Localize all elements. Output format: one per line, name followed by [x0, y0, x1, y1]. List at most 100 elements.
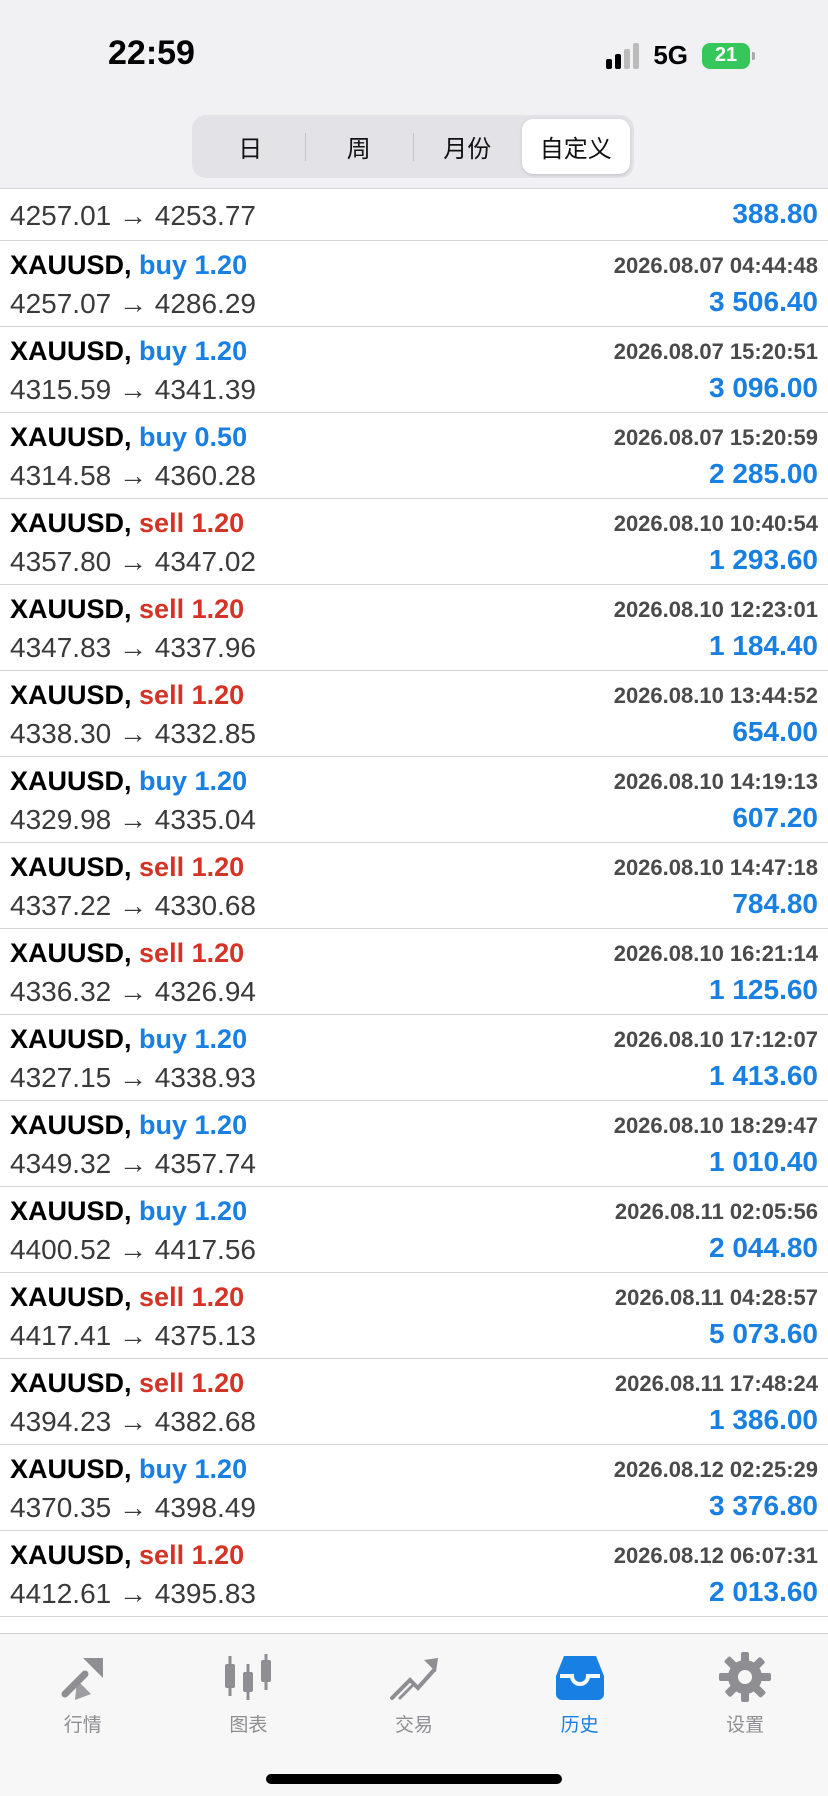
trade-profit: 1 293.60	[709, 544, 818, 575]
trade-time: 2026.08.11 17:48:24	[614, 1371, 818, 1396]
tab-custom[interactable]: 自定义	[521, 119, 630, 174]
status-indicators: 5G 21	[606, 40, 755, 71]
trade-profit: 5 073.60	[709, 1318, 818, 1349]
tab-settings[interactable]: 设置	[662, 1634, 828, 1744]
trade-prices: 4349.32 → 4357.74	[10, 1148, 256, 1179]
trade-profit: 1 010.40	[709, 1146, 818, 1177]
list-item[interactable]: XAUUSD, sell 1.20 2026.08.10 12:23:01 4347…	[0, 585, 828, 671]
trade-prices: 4394.23 → 4382.68	[10, 1406, 256, 1437]
trade-prices: 4257.01 → 4253.77	[10, 200, 256, 231]
trade-symbol: XAUUSD, buy 1.20	[10, 1024, 247, 1055]
symbol-name: XAUUSD,	[10, 766, 132, 796]
trade-side: buy 1.20	[139, 336, 248, 366]
trade-symbol: XAUUSD, buy 1.20	[10, 250, 247, 281]
trade-side: sell 1.20	[139, 852, 245, 882]
trade-symbol: XAUUSD, buy 0.50	[10, 422, 247, 453]
symbol-name: XAUUSD,	[10, 1282, 132, 1312]
list-item[interactable]: XAUUSD, sell 1.20 2026.08.10 10:40:54 4357…	[0, 499, 828, 585]
list-item[interactable]: XAUUSD, buy 1.20 2026.08.10 17:12:07 4327.…	[0, 1015, 828, 1101]
list-item[interactable]: XAUUSD, buy 1.20 2026.08.12 02:25:29 4370.…	[0, 1445, 828, 1531]
bottom-tab-bar: 行情 图表 交易 历史 设置	[0, 1633, 828, 1796]
trade-prices: 4257.07 → 4286.29	[10, 288, 256, 319]
trade-history-list: 4257.01 → 4253.77 388.80 XAUUSD, buy 1.2…	[0, 189, 828, 1617]
list-item[interactable]: XAUUSD, buy 0.50 2026.08.07 15:20:59 4314.…	[0, 413, 828, 499]
list-item[interactable]: XAUUSD, sell 1.20 2026.08.10 16:21:14 4336…	[0, 929, 828, 1015]
trade-side: sell 1.20	[139, 938, 245, 968]
list-item[interactable]: XAUUSD, buy 1.20 2026.08.10 18:29:47 4349.…	[0, 1101, 828, 1187]
trade-side: buy 1.20	[139, 1024, 248, 1054]
history-icon	[555, 1656, 604, 1700]
tab-history[interactable]: 历史	[497, 1634, 663, 1744]
trade-prices: 4357.80 → 4347.02	[10, 546, 256, 577]
trade-symbol: XAUUSD, sell 1.20	[10, 1540, 244, 1571]
list-item[interactable]: XAUUSD, sell 1.20 2026.08.11 04:28:57 4417…	[0, 1273, 828, 1359]
symbol-name: XAUUSD,	[10, 680, 132, 710]
list-item[interactable]: XAUUSD, buy 1.20 2026.08.10 14:19:13 4329.…	[0, 757, 828, 843]
tab-label: 历史	[560, 1715, 599, 1736]
trade-side: sell 1.20	[139, 594, 245, 624]
tab-charts[interactable]: 图表	[166, 1634, 332, 1744]
trade-icon	[389, 1658, 438, 1700]
trade-symbol: XAUUSD, sell 1.20	[10, 852, 244, 883]
trade-symbol: XAUUSD, sell 1.20	[10, 680, 244, 711]
trade-prices: 4338.30 → 4332.85	[10, 718, 256, 749]
trade-prices: 4347.83 → 4337.96	[10, 632, 256, 663]
trade-profit: 388.80	[732, 198, 818, 229]
trade-time: 2026.08.10 14:47:18	[613, 855, 818, 880]
trade-side: sell 1.20	[139, 1368, 245, 1398]
symbol-name: XAUUSD,	[10, 938, 132, 968]
trade-symbol: XAUUSD, buy 1.20	[10, 1454, 247, 1485]
tab-quotes[interactable]: 行情	[0, 1634, 166, 1744]
symbol-name: XAUUSD,	[10, 1196, 132, 1226]
trade-profit: 3 506.40	[709, 286, 818, 317]
trade-side: sell 1.20	[139, 508, 245, 538]
trade-time: 2026.08.07 15:20:59	[613, 425, 818, 450]
list-item[interactable]: XAUUSD, sell 1.20 2026.08.10 14:47:18 4337…	[0, 843, 828, 929]
list-item[interactable]: XAUUSD, buy 1.20 2026.08.07 04:44:48 4257.…	[0, 241, 828, 327]
trade-profit: 1 184.40	[709, 630, 818, 661]
trade-symbol: XAUUSD, sell 1.20	[10, 1368, 244, 1399]
list-item[interactable]: 4257.01 → 4253.77 388.80	[0, 189, 828, 241]
list-item[interactable]: XAUUSD, sell 1.20 2026.08.10 13:44:52 4338…	[0, 671, 828, 757]
status-time: 22:59	[108, 34, 195, 72]
trade-profit: 2 044.80	[709, 1232, 818, 1263]
trade-side: buy 1.20	[139, 250, 248, 280]
trade-profit: 3 096.00	[709, 372, 818, 403]
tab-month[interactable]: 月份	[413, 119, 522, 174]
settings-icon	[719, 1652, 772, 1702]
trade-profit: 1 125.60	[709, 974, 818, 1005]
trade-prices: 4412.61 → 4395.83	[10, 1578, 256, 1609]
tab-label: 行情	[63, 1715, 102, 1736]
symbol-name: XAUUSD,	[10, 422, 132, 452]
trade-symbol: XAUUSD, buy 1.20	[10, 1196, 247, 1227]
trade-prices: 4337.22 → 4330.68	[10, 890, 256, 921]
list-item[interactable]: XAUUSD, sell 1.20 2026.08.12 06:07:31 4412…	[0, 1531, 828, 1617]
trade-time: 2026.08.12 06:07:31	[613, 1543, 818, 1568]
home-indicator	[266, 1774, 562, 1784]
list-item[interactable]: XAUUSD, sell 1.20 2026.08.11 17:48:24 4394…	[0, 1359, 828, 1445]
list-item[interactable]: XAUUSD, buy 1.20 2026.08.07 15:20:51 4315.…	[0, 327, 828, 413]
trade-side: sell 1.20	[139, 1282, 245, 1312]
trade-time: 2026.08.07 15:20:51	[613, 339, 818, 364]
header: 22:59 5G 21 日 周 月份 自定义	[0, 0, 828, 189]
trade-prices: 4370.35 → 4398.49	[10, 1492, 256, 1523]
trade-time: 2026.08.11 04:28:57	[614, 1285, 818, 1310]
tab-label: 交易	[394, 1715, 433, 1736]
trade-side: sell 1.20	[139, 680, 245, 710]
trade-side: buy 1.20	[139, 766, 248, 796]
symbol-name: XAUUSD,	[10, 336, 132, 366]
trade-profit: 3 376.80	[709, 1490, 818, 1521]
trade-prices: 4417.41 → 4375.13	[10, 1320, 256, 1351]
trade-side: buy 1.20	[139, 1454, 248, 1484]
quotes-icon	[61, 1658, 103, 1700]
battery-level: 21	[714, 44, 738, 66]
tab-day[interactable]: 日	[196, 119, 305, 174]
trade-symbol: XAUUSD, buy 1.20	[10, 1110, 247, 1141]
tab-week[interactable]: 周	[304, 119, 414, 174]
trade-time: 2026.08.10 18:29:47	[613, 1113, 818, 1138]
tab-trade[interactable]: 交易	[331, 1634, 497, 1744]
trade-symbol: XAUUSD, sell 1.20	[10, 1282, 244, 1313]
chart-icon	[225, 1654, 272, 1700]
trade-time: 2026.08.10 16:21:14	[613, 941, 818, 966]
list-item[interactable]: XAUUSD, buy 1.20 2026.08.11 02:05:56 4400.…	[0, 1187, 828, 1273]
